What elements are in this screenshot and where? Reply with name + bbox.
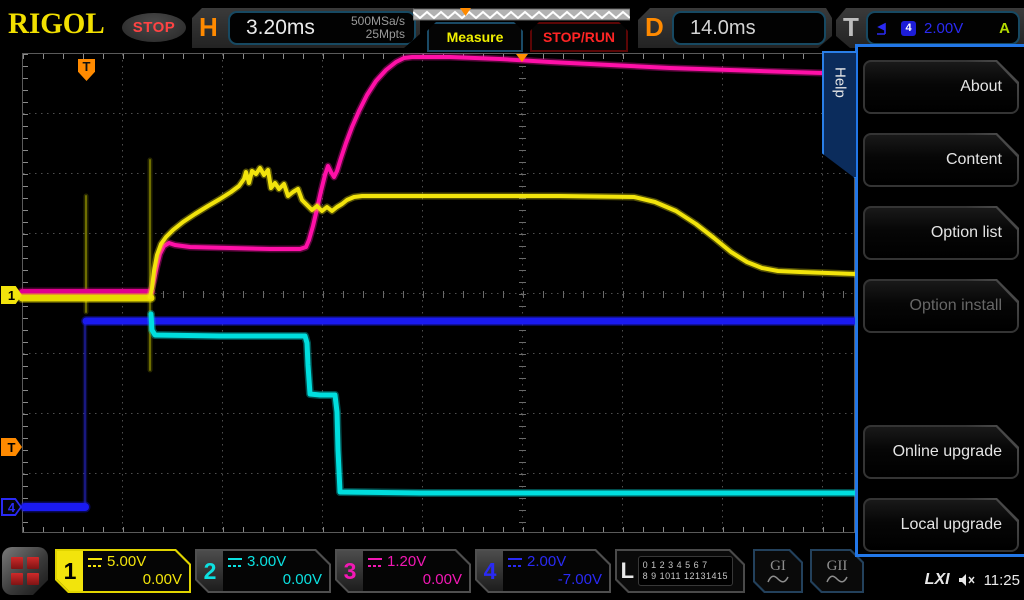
logic-label: L	[617, 558, 638, 584]
trigger-box: 4 2.00V A	[866, 11, 1020, 45]
horizontal-label: H	[199, 12, 218, 43]
ch4-offset: -7.00V	[508, 572, 602, 588]
sine-icon	[826, 574, 848, 584]
menu-item-online-upgrade[interactable]: Online upgrade	[863, 425, 1019, 479]
red-squares-icon	[11, 557, 39, 585]
trigger-level-marker[interactable]: T	[1, 438, 22, 456]
menu-item-about-label: About	[865, 62, 1017, 112]
logic-row2: 8 9 1011 12131415	[643, 571, 728, 582]
channel3-number: 3	[337, 551, 363, 591]
trigger-label: T	[843, 12, 859, 43]
menu-item-option-list-label: Option list	[865, 208, 1017, 258]
timebase-value: 3.20ms	[230, 16, 351, 40]
waveform-grid	[22, 53, 855, 533]
quick-menu-button[interactable]	[2, 547, 48, 595]
menu-item-option-list[interactable]: Option list	[863, 206, 1019, 260]
menu-item-content-label: Content	[865, 135, 1017, 185]
ch3-offset: 0.00V	[368, 572, 462, 588]
ch2-scale: 3.00V	[247, 554, 286, 570]
channel4-box[interactable]: 4 2.00V -7.00V	[475, 549, 611, 593]
channel2-box[interactable]: 2 3.00V 0.00V	[195, 549, 331, 593]
memory-position-bar	[413, 8, 630, 21]
channel1-box[interactable]: 1 5.00V 0.00V	[55, 549, 191, 593]
ch1-offset: 0.00V	[88, 572, 182, 588]
ch2-offset: 0.00V	[228, 572, 322, 588]
logic-row1: 0 1 2 3 4 5 6 7	[643, 560, 728, 571]
delay-value: 14.0ms	[674, 17, 756, 40]
menu-item-about[interactable]: About	[863, 60, 1019, 114]
ch2-coupling-icon	[228, 558, 242, 567]
delay-box: 14.0ms	[672, 11, 826, 45]
ch1-offset-marker[interactable]: 1	[1, 286, 22, 304]
menu-item-local-upgrade-label: Local upgrade	[865, 500, 1017, 550]
ch4-scale: 2.00V	[527, 554, 566, 570]
delay-label: D	[645, 12, 664, 43]
generator1-label: GI	[770, 559, 786, 574]
run-state-badge: STOP	[122, 13, 186, 42]
generator2-label: GII	[827, 559, 848, 574]
menu-item-option-install: Option install	[863, 279, 1019, 333]
menu-item-option-install-label: Option install	[865, 281, 1017, 331]
sine-icon	[767, 574, 789, 584]
ch3-coupling-icon	[368, 558, 382, 567]
ch3-scale: 1.20V	[387, 554, 426, 570]
ch4-offset-marker[interactable]: 4	[1, 498, 22, 516]
memory-depth: 25Mpts	[351, 28, 405, 41]
measure-button[interactable]: Measure	[427, 22, 523, 52]
trigger-source-badge: 4	[901, 21, 916, 36]
delay-block[interactable]: D 14.0ms	[638, 8, 832, 48]
oscilloscope-screen: 1 T 4 T RIGOL STOP H 3.20ms 500MSa/s 25M…	[0, 0, 1024, 600]
clock: 11:25	[984, 572, 1020, 589]
axis-ticks-hcenter	[23, 291, 854, 298]
horizontal-timebase-block[interactable]: H 3.20ms 500MSa/s 25Mpts	[192, 8, 420, 48]
ch4-offset-marker-label: 4	[3, 500, 20, 514]
menu-item-content[interactable]: Content	[863, 133, 1019, 187]
axis-ticks-bottom	[23, 527, 854, 532]
trigger-block[interactable]: T 4 2.00V A	[836, 8, 1024, 48]
stop-run-button[interactable]: STOP/RUN	[530, 22, 628, 52]
logic-channels-box[interactable]: L 0 1 2 3 4 5 6 7 8 9 1011 12131415	[615, 549, 745, 593]
help-tab-label: Help	[832, 67, 849, 98]
channel1-number: 1	[57, 551, 83, 591]
trigger-level-value: 2.00V	[924, 20, 963, 37]
channel3-box[interactable]: 3 1.20V 0.00V	[335, 549, 471, 593]
lxi-indicator: LXI	[925, 571, 950, 589]
rigol-logo: RIGOL	[8, 8, 105, 42]
menu-item-online-upgrade-label: Online upgrade	[865, 427, 1017, 477]
menu-item-empty-label	[865, 354, 1017, 404]
channel2-number: 2	[197, 551, 223, 591]
help-menu-panel: Help About Content Option list Option in…	[855, 44, 1024, 557]
ch1-scale: 5.00V	[107, 554, 146, 570]
channel4-number: 4	[477, 551, 503, 591]
timebase-box: 3.20ms 500MSa/s 25Mpts	[228, 11, 416, 45]
sound-muted-icon[interactable]	[958, 573, 976, 587]
ch1-coupling-icon	[88, 558, 102, 567]
menu-item-local-upgrade[interactable]: Local upgrade	[863, 498, 1019, 552]
menu-item-empty	[863, 352, 1019, 406]
trigger-mode-badge: A	[999, 20, 1010, 37]
ch4-coupling-icon	[508, 558, 522, 567]
trigger-slope-icon	[876, 21, 893, 36]
axis-ticks-top	[23, 54, 854, 59]
generator1-box[interactable]: GI	[753, 549, 803, 593]
